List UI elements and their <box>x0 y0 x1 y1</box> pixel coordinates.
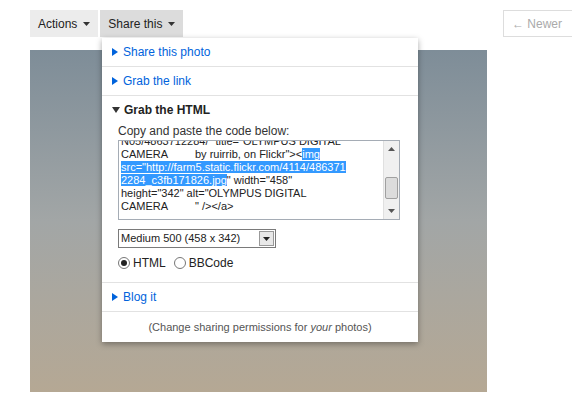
code-line: 2284_c3fb171826.jpg" width="458" <box>121 174 383 187</box>
permissions-note: (Change sharing permissions for your pho… <box>102 311 418 342</box>
scrollbar[interactable] <box>383 141 399 219</box>
newer-button[interactable]: ← Newer <box>503 10 572 37</box>
scroll-thumb[interactable] <box>385 177 398 199</box>
section-header[interactable]: Grab the link <box>102 67 418 95</box>
code-line: CAMERA " /></a> <box>121 200 383 213</box>
format-radio[interactable]: HTML <box>118 254 166 272</box>
collapsed-arrow-icon <box>112 48 118 56</box>
menu-section: Blog it <box>102 282 418 311</box>
section-header[interactable]: Blog it <box>102 283 418 311</box>
code-line: CAMERA by ruirrib, on Flickr"><img <box>121 148 383 161</box>
instruction: Copy and paste the code below: <box>118 124 402 139</box>
dropdown-arrow-icon <box>168 22 175 26</box>
toolbar-button[interactable]: Actions <box>30 10 98 37</box>
section-header[interactable]: Grab the HTML <box>102 96 418 124</box>
select-arrow-icon <box>263 237 270 241</box>
expanded-arrow-icon <box>112 107 120 113</box>
size-select[interactable]: Medium 500 (458 x 342) <box>118 229 276 248</box>
menu-section: Grab the HTMLCopy and paste the code bel… <box>102 95 418 282</box>
menu-section: Share this photo <box>102 38 418 66</box>
collapsed-arrow-icon <box>112 293 118 301</box>
menu-section: Grab the link <box>102 66 418 95</box>
collapsed-arrow-icon <box>112 77 118 85</box>
scroll-up-icon[interactable] <box>388 147 395 151</box>
section-header[interactable]: Share this photo <box>102 38 418 66</box>
format-options: HTML BBCode <box>118 254 402 272</box>
code-line: src="http://farm5.static.flickr.com/4114… <box>121 161 383 174</box>
code-textarea[interactable]: N05/4863712284/" title="OLYMPUS DIGITALC… <box>118 140 400 220</box>
toolbar-button[interactable]: Share this <box>100 10 183 37</box>
code-line: height="342" alt="OLYMPUS DIGITAL <box>121 187 383 200</box>
page: ActionsShare this ← Newer Share this photo… <box>0 0 572 403</box>
toolbar: ActionsShare this ← Newer <box>0 0 572 37</box>
code-line: N05/4863712284/" title="OLYMPUS DIGITAL <box>121 141 383 148</box>
scroll-down-icon[interactable] <box>388 209 395 213</box>
share-menu: Share this photoGrab the linkGrab the HT… <box>102 38 418 342</box>
format-radio[interactable]: BBCode <box>174 254 234 272</box>
dropdown-arrow-icon <box>83 22 90 26</box>
html-panel: Copy and paste the code below:N05/486371… <box>102 124 418 282</box>
